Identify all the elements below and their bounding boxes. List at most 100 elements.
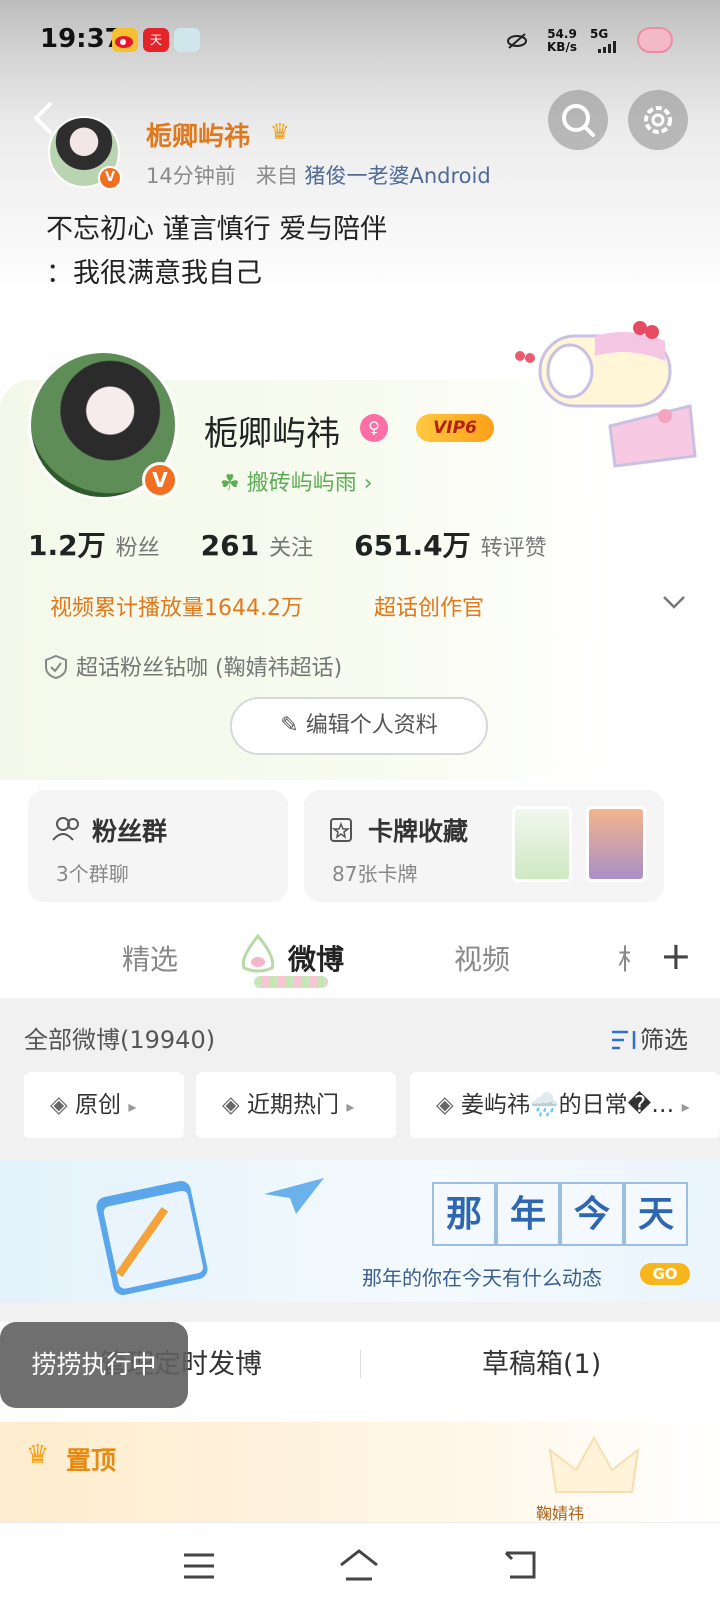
post-text-line2: ：我很满意我自己 (46, 258, 262, 289)
fan-level[interactable]: 超话粉丝钻咖 (鞠婧祎超话) (44, 650, 342, 682)
stat-likes-label: 转评赞 (480, 536, 547, 561)
card-collection-sub: 87张卡牌 (332, 862, 418, 886)
divider (360, 1350, 361, 1378)
tab-featured[interactable]: 精选 (122, 938, 178, 978)
network-type: 5G (590, 28, 616, 56)
toast-message: 捞捞执行中 (0, 1322, 188, 1408)
fan-group-title: 粉丝群 (92, 817, 168, 846)
tmall-icon: 天 (143, 28, 169, 52)
group-icon (52, 817, 79, 841)
weibo-icon (112, 28, 138, 52)
tab-weibo[interactable]: 微博 (288, 938, 344, 978)
chip-label: 近期热门 (247, 1092, 340, 1118)
fan-group-sub: 3个群聊 (56, 862, 129, 886)
profile-stats: 1.2万 粉丝 261 关注 651.4万 转评赞 (28, 524, 581, 564)
filter-button[interactable]: 筛选 (610, 1020, 688, 1055)
post-meta: 14分钟前 来自 猪俊一老婆Android (146, 160, 491, 190)
network-label: 5G (590, 27, 609, 41)
card-collection-title: 卡牌收藏 (368, 817, 469, 846)
post-time: 14分钟前 (146, 164, 236, 188)
stat-following[interactable]: 261 关注 (201, 529, 314, 562)
app-icon (174, 28, 200, 52)
pinned-tag: 鞠婧祎 (536, 1504, 585, 1523)
edit-profile-label: 编辑个人资料 (305, 713, 438, 738)
status-bar: 19:37 天 54.9 KB/s 5G (0, 0, 720, 80)
chevron-right-icon: ▸ (681, 1097, 690, 1116)
drafts-button[interactable]: 草稿箱(1) (482, 1342, 601, 1381)
sort-icon (612, 1030, 636, 1050)
post-text: 不忘初心 谨言慎行 爱与陪伴 ：我很满意我自己 (46, 208, 387, 296)
stat-fans-label: 粉丝 (115, 536, 160, 561)
chip-hot[interactable]: ◈ 近期热门 ▸ (196, 1072, 396, 1138)
chevron-right-icon: ▸ (346, 1097, 355, 1116)
tab-video[interactable]: 视频 (454, 938, 510, 978)
vip-badge[interactable]: VIP6 (416, 414, 494, 442)
crown-icon: ♛ (26, 1440, 50, 1470)
settings-button[interactable] (628, 90, 688, 150)
banner-char: 年 (496, 1182, 560, 1246)
layers-icon: ◈ (50, 1092, 68, 1118)
banner-go-button[interactable]: GO (640, 1263, 690, 1285)
pencil-icon: ✎ (280, 713, 299, 738)
stat-likes-value: 651.4万 (354, 529, 471, 562)
stat-fans[interactable]: 1.2万 粉丝 (28, 529, 160, 562)
video-plays[interactable]: 视频累计播放量1644.2万 (50, 590, 303, 622)
banner-char: 天 (624, 1182, 688, 1246)
stat-fans-value: 1.2万 (28, 529, 106, 562)
pinned-label: 置顶 (66, 1446, 117, 1475)
back-icon[interactable] (502, 1549, 538, 1581)
rice-ball-icon (241, 934, 275, 973)
edit-profile-button[interactable]: ✎ 编辑个人资料 (230, 697, 488, 755)
all-weibo-count: 全部微博(19940) (24, 1026, 216, 1054)
post-source[interactable]: 猪俊一老婆Android (304, 164, 490, 188)
chip-original[interactable]: ◈ 原创 ▸ (24, 1072, 184, 1138)
search-icon (562, 104, 595, 137)
filter-label: 筛选 (640, 1026, 688, 1054)
clover-icon: ☘ (220, 471, 240, 496)
card-thumbnail (512, 806, 572, 882)
net-speed-unit: KB/s (547, 40, 577, 54)
post-text-line1: 不忘初心 谨言慎行 爱与陪伴 (46, 214, 388, 245)
hide-eye-icon (507, 33, 527, 49)
gear-icon (644, 106, 672, 134)
female-icon: ♀ (360, 414, 388, 442)
profile-tabs: 精选 微博 视频 相 + (0, 918, 720, 998)
chip-daily[interactable]: ◈ 姜屿祎🌧️的日常�… ▸ (410, 1072, 720, 1138)
chevron-down-icon[interactable] (662, 592, 686, 612)
layers-icon: ◈ (222, 1092, 240, 1118)
net-speed: 54.9 KB/s (547, 28, 577, 54)
super-topic-role[interactable]: 超话创作官 (374, 590, 484, 622)
navigation-bar (0, 1522, 720, 1608)
banner-char: 那 (432, 1182, 496, 1246)
chevron-right-icon: › (363, 471, 373, 496)
banner-char: 今 (560, 1182, 624, 1246)
profile-tag-label: 搬砖屿屿雨 (246, 471, 357, 496)
verified-badge-icon: V (98, 166, 122, 190)
stat-following-value: 261 (200, 529, 260, 562)
profile-tag[interactable]: ☘ 搬砖屿屿雨 › (220, 465, 373, 497)
search-button[interactable] (548, 90, 608, 150)
home-icon[interactable] (338, 1547, 380, 1583)
calendar-icon (96, 1180, 208, 1296)
chip-label: 姜屿祎🌧️的日常�… (461, 1092, 675, 1118)
chevron-right-icon: ▸ (128, 1097, 137, 1116)
post-username[interactable]: 栀卿屿祎 (146, 116, 250, 153)
stat-following-label: 关注 (269, 536, 314, 561)
paper-plane-icon (264, 1178, 324, 1214)
add-tab-icon[interactable]: + (660, 937, 692, 975)
cake-roll-icon (515, 321, 697, 468)
banner-subtitle: 那年的你在今天有什么动态 (362, 1266, 602, 1290)
verified-badge-icon: V (142, 462, 178, 498)
stat-likes[interactable]: 651.4万 转评赞 (354, 529, 547, 562)
shield-icon (45, 654, 67, 680)
profile-name: 栀卿屿祎 (204, 414, 340, 454)
banner-title: 那 年 今 天 (432, 1182, 688, 1246)
fan-group-tile[interactable]: 粉丝群 3个群聊 (28, 790, 288, 902)
crown-icon: ♛ (270, 120, 290, 145)
status-time: 19:37 (40, 24, 123, 54)
tab-indicator (254, 976, 328, 988)
menu-icon[interactable] (182, 1551, 216, 1581)
donut-icon (637, 27, 673, 53)
chip-label: 原创 (75, 1092, 122, 1118)
card-icon (330, 818, 352, 842)
